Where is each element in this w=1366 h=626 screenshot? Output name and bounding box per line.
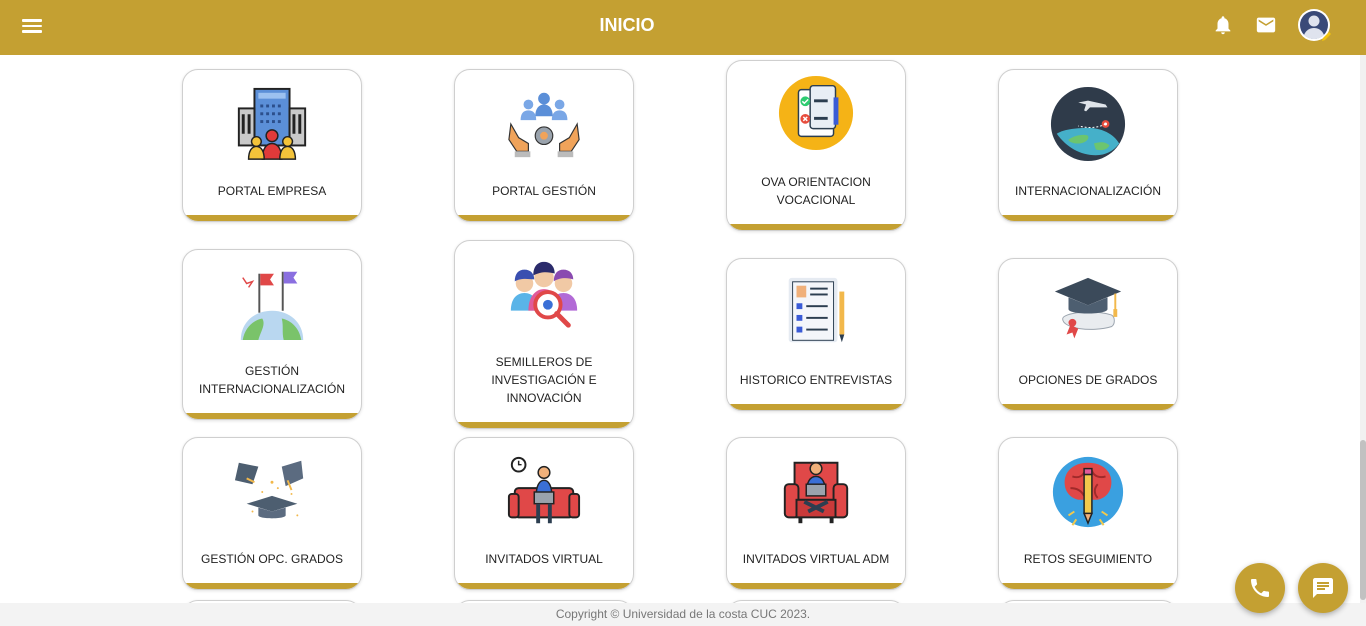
management-team-icon — [508, 92, 580, 158]
card-label: HISTORICO ENTREVISTAS — [739, 373, 893, 387]
card-gestion-internacionalizacion[interactable]: GESTIÓN INTERNACIONALIZACIÓN — [182, 249, 362, 420]
scrollbar-thumb[interactable] — [1360, 440, 1366, 600]
chat-icon — [1313, 578, 1333, 598]
research-team-icon — [510, 261, 578, 328]
card-ova-orientacion[interactable]: OVA ORIENTACION VOCACIONAL — [726, 60, 906, 231]
company-buildings-icon — [237, 87, 307, 160]
top-app-bar: INICIO — [0, 0, 1366, 55]
phone-button[interactable] — [1235, 563, 1285, 613]
phone-icon — [1251, 579, 1269, 597]
person-sofa-laptop-icon — [507, 456, 581, 524]
card-label: PORTAL GESTIÓN — [492, 184, 596, 198]
user-avatar[interactable] — [1297, 8, 1333, 44]
modules-grid: PORTAL EMPRESA PORTAL GESTIÓN OVA ORIENT… — [0, 55, 1360, 603]
card-label: RETOS SEGUIMIENTO — [1023, 552, 1153, 566]
card-label: OPCIONES DE GRADOS — [1018, 373, 1158, 387]
page-title: INICIO — [599, 15, 655, 35]
vertical-scrollbar[interactable] — [1360, 55, 1366, 603]
card-label: INVITADOS VIRTUAL ADM — [742, 552, 890, 566]
card-semilleros[interactable]: SEMILLEROS DE INVESTIGACIÓN E INNOVACIÓN — [454, 240, 634, 429]
checklist-icon — [778, 75, 854, 151]
bell-icon[interactable] — [1212, 14, 1234, 36]
chat-button[interactable] — [1298, 563, 1348, 613]
card-portal-empresa[interactable]: PORTAL EMPRESA — [182, 69, 362, 222]
person-armchair-laptop-icon — [783, 461, 849, 524]
card-retos-seguimiento[interactable]: RETOS SEGUIMIENTO — [998, 437, 1178, 590]
card-opciones-grados[interactable]: OPCIONES DE GRADOS — [998, 258, 1178, 411]
card-gestion-opc-grados[interactable]: GESTIÓN OPC. GRADOS — [182, 437, 362, 590]
card-label: GESTIÓN INTERNACIONALIZACIÓN — [198, 364, 345, 396]
graduation-caps-icon — [234, 460, 304, 519]
card-historico-entrevistas[interactable]: HISTORICO ENTREVISTAS — [726, 258, 906, 411]
mail-icon[interactable] — [1254, 14, 1278, 36]
card-internacionalizacion[interactable]: INTERNACIONALIZACIÓN — [998, 69, 1178, 222]
graduation-cap-icon — [1054, 277, 1122, 339]
card-label: PORTAL EMPRESA — [217, 184, 327, 198]
card-label: GESTIÓN OPC. GRADOS — [200, 552, 344, 566]
card-invitados-virtual-adm[interactable]: INVITADOS VIRTUAL ADM — [726, 437, 906, 590]
card-label: INTERNACIONALIZACIÓN — [1014, 184, 1161, 198]
flags-globe-icon — [240, 271, 304, 340]
card-label: INVITADOS VIRTUAL — [485, 552, 603, 566]
card-label: OVA ORIENTACION VOCACIONAL — [761, 175, 871, 207]
card-invitados-virtual[interactable]: INVITADOS VIRTUAL — [454, 437, 634, 590]
brain-pencil-icon — [1052, 456, 1124, 528]
card-label: SEMILLEROS DE INVESTIGACIÓN E INNOVACIÓN — [491, 355, 597, 405]
footer-copyright: Copyright © Universidad de la costa CUC … — [0, 603, 1366, 626]
card-portal-gestion[interactable]: PORTAL GESTIÓN — [454, 69, 634, 222]
document-list-icon — [788, 277, 845, 343]
globe-plane-icon — [1050, 86, 1126, 162]
